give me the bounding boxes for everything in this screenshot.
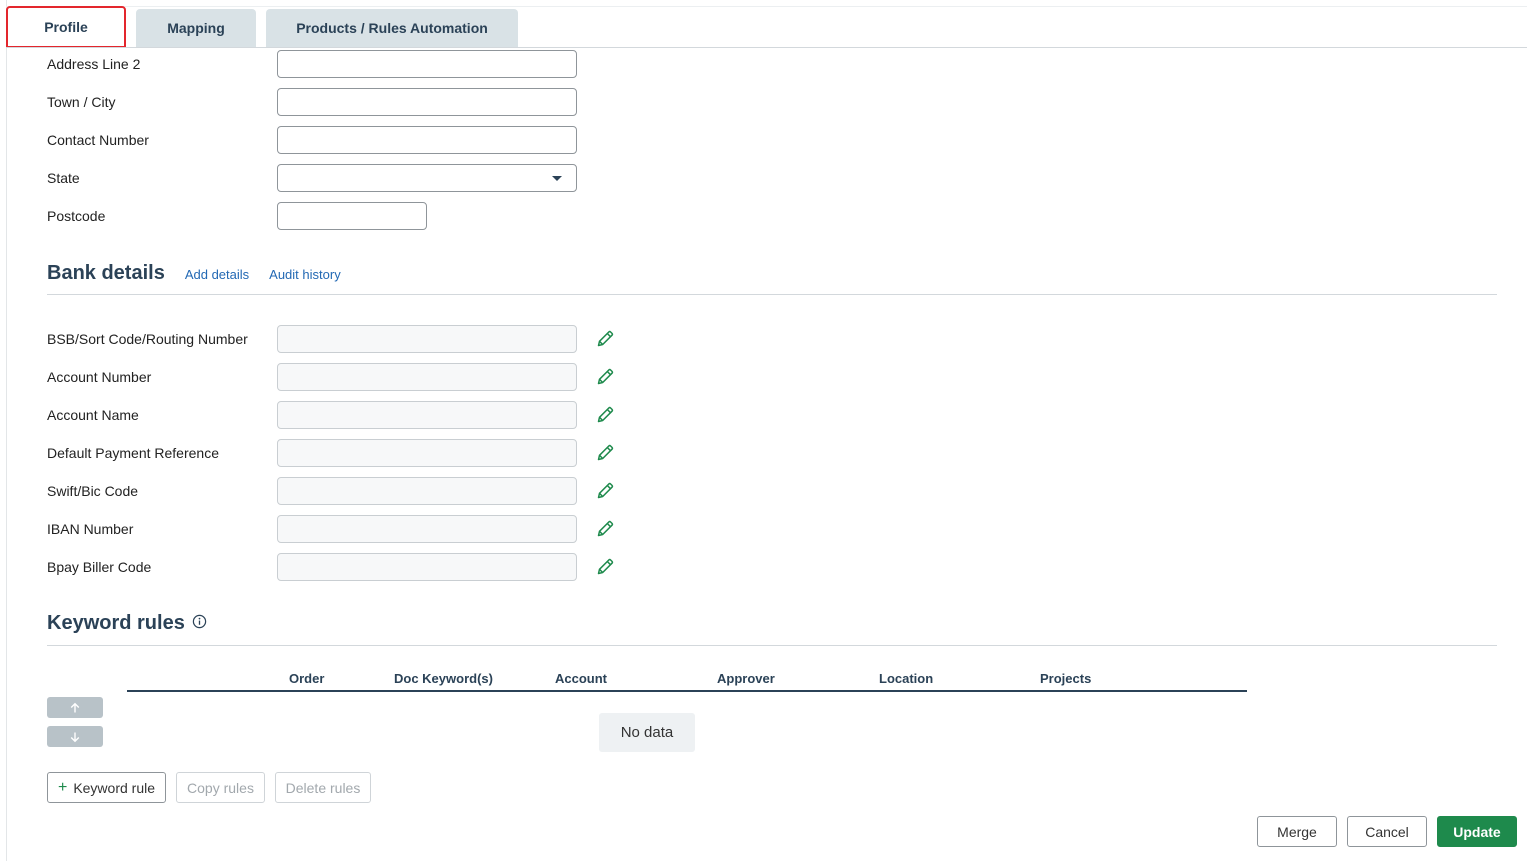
column-header-location[interactable]: Location (879, 671, 933, 686)
info-icon[interactable] (192, 614, 207, 629)
bank-field-row: Swift/Bic Code (47, 477, 615, 505)
state-select[interactable] (277, 164, 577, 192)
bank-field-input[interactable] (277, 439, 577, 467)
postcode-row: Postcode (47, 202, 427, 230)
state-label: State (47, 170, 80, 186)
update-button[interactable]: Update (1437, 816, 1517, 847)
add-keyword-rule-button[interactable]: + Keyword rule (47, 772, 166, 803)
pencil-icon[interactable] (595, 329, 615, 349)
empty-table-message: No data (599, 713, 695, 752)
add-details-link[interactable]: Add details (185, 267, 249, 282)
column-header-approver[interactable]: Approver (717, 671, 775, 686)
bank-details-divider (47, 294, 1497, 295)
arrow-down-icon (70, 732, 80, 742)
page-left-border (6, 0, 7, 861)
bank-field-input[interactable] (277, 477, 577, 505)
keyword-rules-divider (47, 645, 1497, 646)
keyword-rules-title: Keyword rules (47, 612, 185, 634)
column-header-order[interactable]: Order (289, 671, 324, 686)
copy-rules-button[interactable]: Copy rules (176, 772, 265, 803)
contact-number-row: Contact Number (47, 126, 577, 154)
tab-products-rules-automation[interactable]: Products / Rules Automation (266, 9, 518, 47)
column-header-account[interactable]: Account (555, 671, 607, 686)
bank-field-row: Account Number (47, 363, 615, 391)
top-divider (6, 6, 1527, 7)
bank-field-row: Account Name (47, 401, 615, 429)
pencil-icon[interactable] (595, 405, 615, 425)
bank-field-label: Swift/Bic Code (47, 483, 139, 499)
bank-field-label: Bpay Biller Code (47, 559, 152, 575)
bank-field-label: IBAN Number (47, 521, 134, 537)
state-row: State (47, 164, 577, 192)
town-city-input[interactable] (277, 88, 577, 116)
town-city-label: Town / City (47, 94, 116, 110)
pencil-icon[interactable] (595, 557, 615, 577)
contact-number-label: Contact Number (47, 132, 149, 148)
audit-history-link[interactable]: Audit history (269, 267, 341, 282)
town-city-row: Town / City (47, 88, 577, 116)
bank-field-label: Account Number (47, 369, 152, 385)
bank-field-row: BSB/Sort Code/Routing Number (47, 325, 615, 353)
column-header-projects[interactable]: Projects (1040, 671, 1091, 686)
bank-field-input[interactable] (277, 325, 577, 353)
bank-field-label: Account Name (47, 407, 139, 423)
bank-details-title: Bank details (47, 262, 165, 284)
pencil-icon[interactable] (595, 367, 615, 387)
keyword-rules-header: Keyword rules (47, 612, 207, 635)
bank-field-row: Bpay Biller Code (47, 553, 615, 581)
address-line-2-label: Address Line 2 (47, 56, 141, 72)
column-header-doc-keywords[interactable]: Doc Keyword(s) (394, 671, 493, 686)
plus-icon: + (57, 778, 68, 796)
move-up-button[interactable] (47, 697, 103, 718)
delete-rules-button[interactable]: Delete rules (275, 772, 371, 803)
address-line-2-row: Address Line 2 (47, 50, 577, 78)
address-line-2-input[interactable] (277, 50, 577, 78)
tab-profile[interactable]: Profile (6, 6, 126, 48)
cancel-button[interactable]: Cancel (1347, 816, 1427, 847)
bank-details-header: Bank details Add details Audit history (47, 262, 341, 285)
move-down-button[interactable] (47, 726, 103, 747)
bank-field-label: BSB/Sort Code/Routing Number (47, 331, 248, 347)
postcode-label: Postcode (47, 208, 106, 224)
tab-bar: Profile Mapping Products / Rules Automat… (6, 6, 1527, 48)
bank-field-input[interactable] (277, 401, 577, 429)
bank-field-label: Default Payment Reference (47, 445, 219, 461)
pencil-icon[interactable] (595, 443, 615, 463)
bank-field-input[interactable] (277, 363, 577, 391)
bank-field-input[interactable] (277, 553, 577, 581)
contact-number-input[interactable] (277, 126, 577, 154)
arrow-up-icon (70, 702, 80, 712)
pencil-icon[interactable] (595, 519, 615, 539)
bank-field-row: IBAN Number (47, 515, 615, 543)
merge-button[interactable]: Merge (1257, 816, 1337, 847)
add-keyword-rule-label: Keyword rule (73, 779, 156, 796)
pencil-icon[interactable] (595, 481, 615, 501)
tab-mapping[interactable]: Mapping (136, 9, 256, 47)
tab-bar-underline (6, 47, 1527, 48)
bank-field-row: Default Payment Reference (47, 439, 615, 467)
postcode-input[interactable] (277, 202, 427, 230)
chevron-down-icon (552, 176, 562, 181)
keyword-rules-table-header: Order Doc Keyword(s) Account Approver Lo… (127, 670, 1247, 692)
bank-field-input[interactable] (277, 515, 577, 543)
